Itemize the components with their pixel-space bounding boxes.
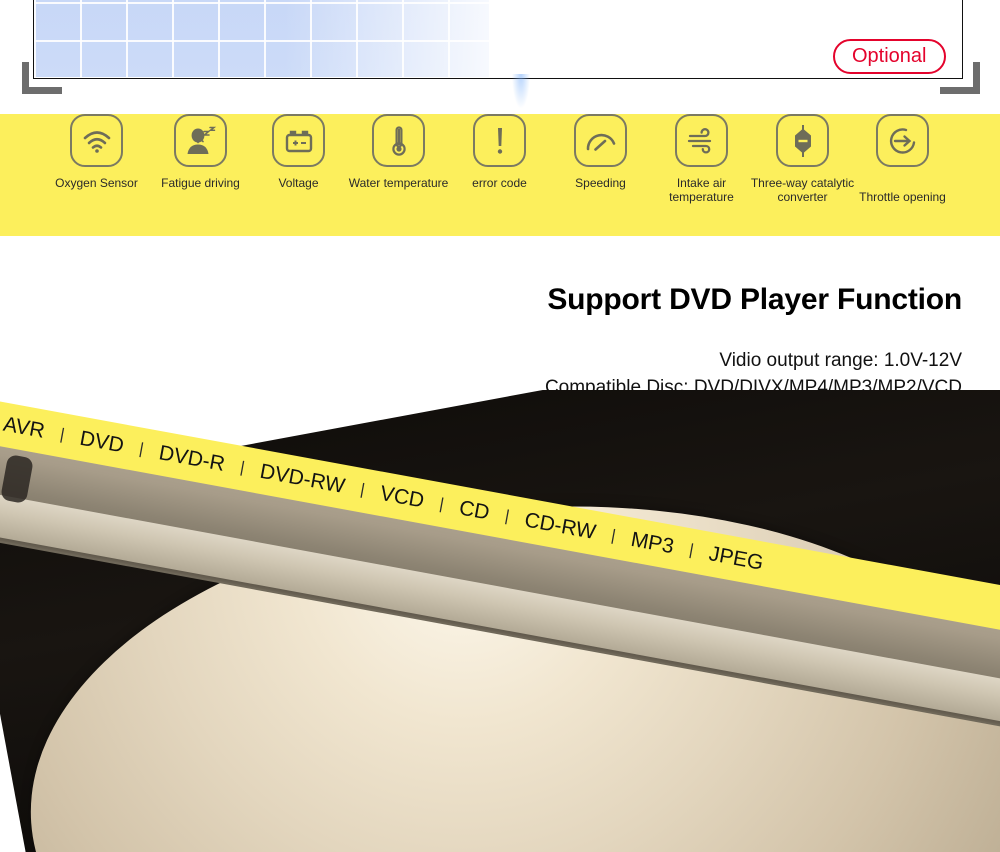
feature-label: Speeding [575,176,626,190]
exclamation-icon [473,114,526,167]
sleeping-person-icon [174,114,227,167]
format-separator: | [438,495,446,514]
wind-icon [675,114,728,167]
format-item: VCD [378,481,426,513]
feature-error-code: error code [472,114,527,190]
blue-grid-display [34,0,489,77]
corner-bracket-bottom-right [940,62,980,94]
format-separator: | [687,541,695,559]
feature-fatigue-driving: Fatigue driving [161,114,240,190]
feature-label: Fatigue driving [161,176,240,190]
corner-bracket-bottom-left [22,62,62,94]
format-separator: | [358,481,367,499]
format-item: DVD [77,426,126,458]
format-separator: | [609,527,617,545]
battery-icon [272,114,325,167]
wifi-signal-icon [70,114,123,167]
format-item: AVR [1,412,47,443]
format-separator: | [238,459,246,477]
feature-intake-air-temperature: Intake air temperature [669,114,734,204]
throttle-arrow-icon [876,114,929,167]
page-title: Support DVD Player Function [547,283,962,316]
thermometer-icon [372,114,425,167]
feature-label: Oxygen Sensor [55,176,138,190]
product-screen-panel: Optional [0,0,1000,114]
feature-three-way-catalytic-converter: Three-way catalytic converter [751,114,854,204]
feature-throttle-opening: Throttle opening [859,114,946,204]
feature-oxygen-sensor: Oxygen Sensor [55,114,138,190]
speed-gauge-icon [574,114,627,167]
feature-voltage: Voltage [272,114,325,190]
format-separator: | [58,426,66,444]
scan-line-glow [512,74,530,108]
feature-label: Voltage [278,176,319,190]
format-separator: | [503,507,511,526]
format-item: MP3 [629,527,676,559]
feature-icon-bar: Oxygen Sensor Fatigue driving Voltage Wa… [0,114,1000,236]
format-item: CD [457,496,492,525]
catalytic-converter-icon [776,114,829,167]
spec-video-output: Vidio output range: 1.0V-12V [719,350,962,371]
format-item: JPEG [707,542,766,575]
optional-badge: Optional [833,39,946,74]
format-item: DVD-R [157,441,227,476]
feature-water-temperature: Water temperature [349,114,448,190]
format-separator: | [137,440,145,459]
feature-label: error code [472,176,527,190]
feature-label: Throttle opening [859,190,946,204]
format-item: DVD-RW [258,459,347,498]
format-item: CD-RW [522,508,598,544]
feature-speeding: Speeding [574,114,627,190]
screen-frame [33,0,963,79]
feature-label: Water temperature [348,176,449,190]
dvd-drive-photo: 52x 1 ix tn Pla-----g AVR | DVD | DVD-R … [0,390,1000,852]
